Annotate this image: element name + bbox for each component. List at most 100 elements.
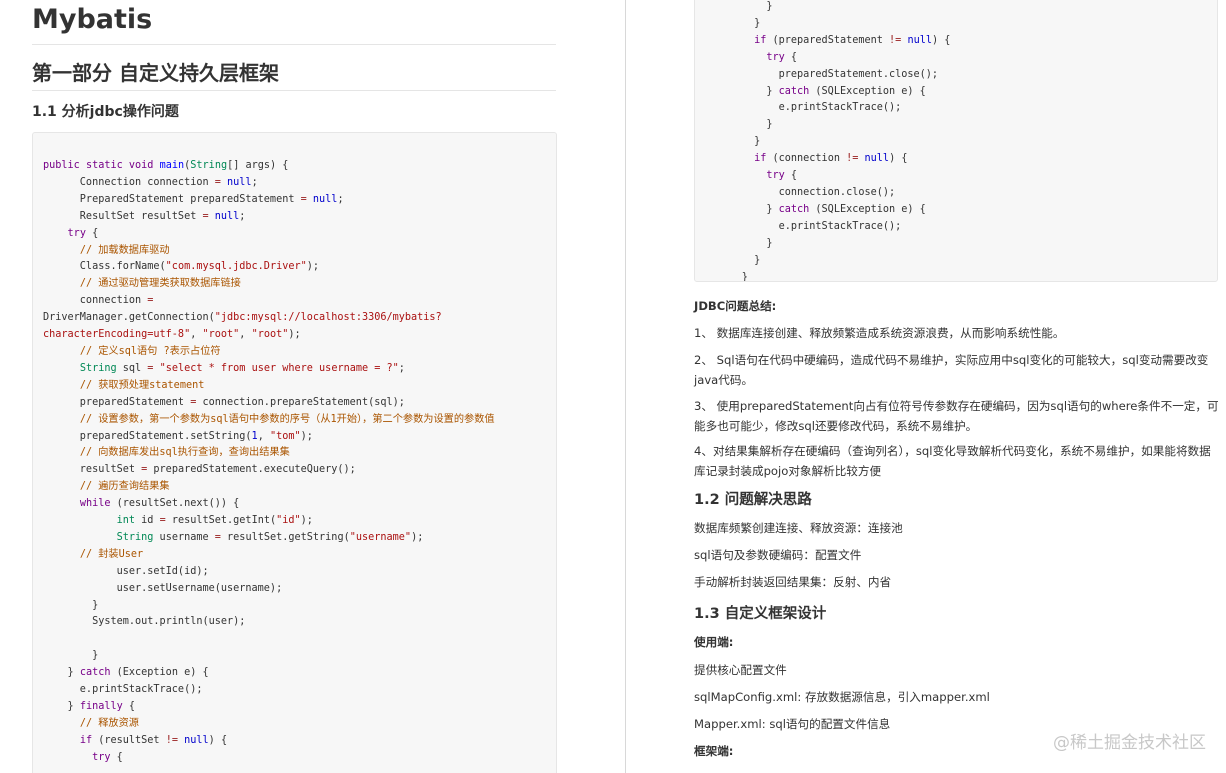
code-token: // 定义sql语句 ?表示占位符 — [79, 345, 221, 357]
code-token: { — [110, 751, 123, 763]
code-token: != — [889, 34, 902, 46]
client-label: 使用端: — [694, 635, 734, 649]
code-line: Connection connection = null; — [43, 175, 495, 192]
code-token: static — [85, 160, 123, 171]
code-token: null — [214, 210, 240, 222]
code-token: if — [79, 734, 93, 746]
code-line: } — [705, 0, 950, 16]
code-token: catch — [79, 667, 111, 679]
part-heading: 第一部分 自定义持久层框架 — [32, 61, 279, 85]
code-token: } — [43, 701, 80, 712]
code-token: e.printStackTrace(); — [705, 220, 902, 232]
code-line: // 定义sql语句 ?表示占位符 — [43, 344, 495, 361]
code-token: void — [128, 160, 154, 171]
code-line: user.setId(id); — [43, 564, 495, 581]
page-gutter — [600, 0, 627, 773]
code-token: { — [784, 51, 798, 63]
code-token: resultSet.getString( — [220, 531, 350, 543]
code-token: (resultSet — [92, 734, 166, 746]
code-token: } — [43, 599, 99, 611]
code-line: connection.close(); — [705, 185, 950, 202]
code-token: != — [165, 734, 178, 746]
code-line: // 获取预处理statement — [43, 378, 495, 395]
code-block-jdbc: public static void main(String[] args) {… — [32, 132, 557, 773]
document-title: Mybatis — [32, 4, 153, 35]
code-token: } — [705, 119, 773, 131]
code-token: } — [705, 237, 773, 249]
code-token: } — [705, 271, 748, 282]
code-line: } — [43, 648, 495, 665]
code-token: null — [312, 193, 338, 205]
code-token: , — [190, 329, 203, 341]
code-token: ); — [411, 531, 424, 543]
code-token: ; — [398, 362, 405, 374]
code-token: e.printStackTrace(); — [43, 684, 203, 696]
code-token: // 遍历查询结果集 — [79, 481, 170, 493]
code-line: String sql = "select * from user where u… — [43, 361, 495, 378]
code-token: catch — [778, 85, 810, 97]
code-line: // 封装User — [43, 547, 495, 564]
code-token: [] args) { — [227, 160, 289, 171]
code-line: } — [705, 270, 950, 282]
code-token: ; — [337, 193, 344, 205]
code-token: try — [67, 227, 86, 239]
code-token: { — [784, 170, 798, 182]
code-token: String — [116, 531, 154, 543]
code-token: } — [43, 650, 99, 662]
code-token: try — [766, 51, 785, 63]
code-line: if (preparedStatement != null) { — [705, 33, 950, 50]
code-token: try — [92, 751, 111, 763]
code-token: System.out.println(user); — [43, 616, 246, 628]
left-page: Mybatis 第一部分 自定义持久层框架 1.1 分析jdbc操作问题 pub… — [0, 0, 600, 773]
client-item: sqlMapConfig.xml: 存放数据源信息，引入mapper.xml — [694, 690, 990, 704]
watermark: @稀土掘金技术社区 — [1053, 733, 1206, 753]
code-line: try { — [43, 226, 495, 243]
code-line: Class.forName("com.mysql.jdbc.Driver"); — [43, 259, 495, 276]
code-line: } — [705, 236, 950, 253]
section-heading-1-1: 1.1 分析jdbc操作问题 — [32, 104, 179, 120]
section-heading-1-3: 1.3 自定义框架设计 — [694, 606, 827, 622]
code-token: // 通过驱动管理类获取数据库链接 — [79, 278, 241, 290]
code-line: } catch (SQLException e) { — [705, 84, 950, 101]
code-line: e.printStackTrace(); — [705, 219, 950, 236]
code-token: public — [43, 160, 80, 171]
code-line: try { — [43, 750, 495, 767]
code-listing: } } if (preparedStatement != null) { try… — [705, 0, 951, 282]
code-line: if (resultSet != null) { — [43, 733, 495, 750]
code-token: , — [239, 329, 252, 341]
code-line: String username = resultSet.getString("u… — [43, 530, 495, 547]
section-heading-1-2: 1.2 问题解决思路 — [694, 492, 812, 508]
code-token: preparedStatement.close(); — [705, 68, 939, 80]
code-line: try { — [705, 168, 950, 185]
code-token: (resultSet.next()) { — [110, 498, 240, 510]
client-item: 提供核心配置文件 — [694, 663, 787, 677]
code-line: while (resultSet.next()) { — [43, 496, 495, 513]
code-line: resultSet = preparedStatement.executeQue… — [43, 462, 495, 479]
code-line: preparedStatement.close(); — [705, 67, 950, 84]
code-token: } — [43, 667, 80, 679]
code-token: "com.mysql.jdbc.Driver" — [165, 261, 307, 273]
code-token: ); — [306, 261, 320, 273]
code-token: // 向数据库发出sql执行查询，查询出结果集 — [79, 447, 290, 459]
code-token: sql — [116, 362, 148, 374]
right-page: } } if (preparedStatement != null) { try… — [627, 0, 1226, 773]
code-token: "root" — [251, 329, 289, 341]
code-token: ) { — [208, 734, 228, 746]
summary-item: 2、 Sql语句在代码中硬编码，造成代码不易维护，实际应用中sql变化的可能较大… — [694, 353, 1209, 387]
code-token: main — [159, 160, 185, 171]
code-line: DriverManager.getConnection("jdbc:mysql:… — [43, 310, 495, 327]
code-token: (preparedStatement — [766, 34, 890, 46]
code-token: characterEncoding=utf-8" — [43, 329, 191, 341]
